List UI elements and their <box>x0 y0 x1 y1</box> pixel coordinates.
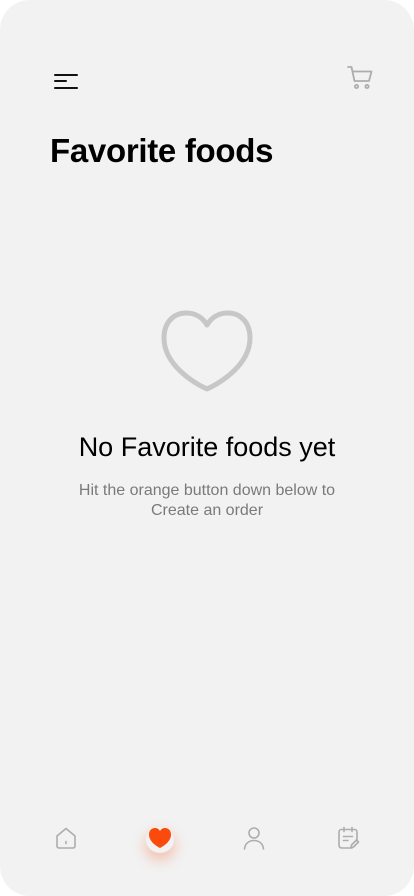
empty-state-title: No Favorite foods yet <box>78 432 336 462</box>
cart-button[interactable] <box>346 64 374 92</box>
menu-button[interactable] <box>52 70 80 94</box>
heart-icon <box>149 828 171 848</box>
empty-state: No Favorite foods yet Hit the orange but… <box>0 308 414 521</box>
user-icon <box>243 827 265 850</box>
cart-icon <box>347 66 373 89</box>
history-icon <box>338 826 360 849</box>
bottom-navigation <box>0 815 414 865</box>
nav-profile[interactable] <box>231 815 277 861</box>
page-title: Favorite foods <box>50 132 274 169</box>
heart-outline-icon <box>161 310 253 392</box>
nav-home[interactable] <box>43 815 89 861</box>
empty-state-subtitle: Hit the orange button down below to Crea… <box>78 482 336 519</box>
home-icon <box>56 827 76 849</box>
favorites-screen: Favorite foods No Favorite foods yet Hit… <box>0 0 414 896</box>
nav-history[interactable] <box>325 815 371 861</box>
nav-favorites[interactable] <box>137 815 183 861</box>
